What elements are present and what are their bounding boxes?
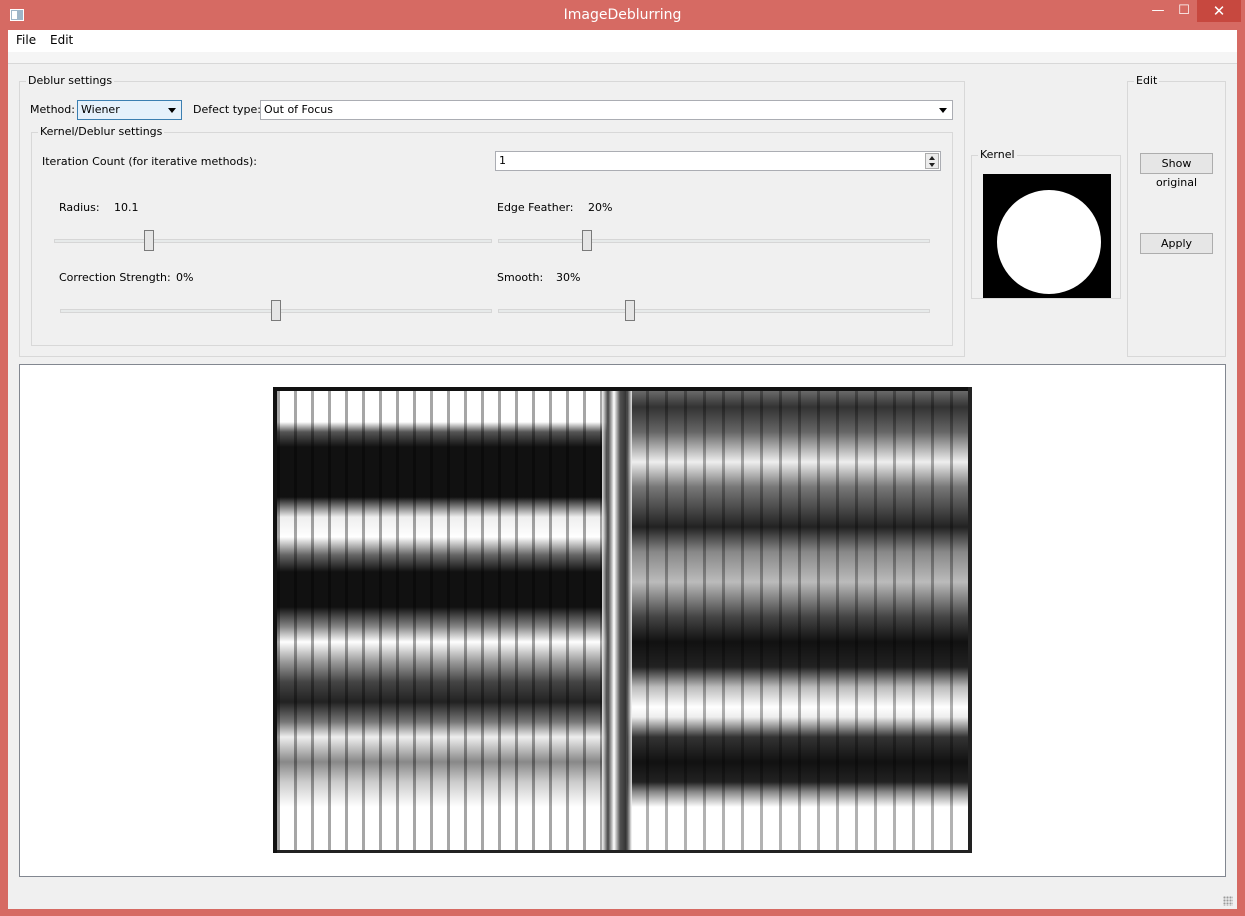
method-value: Wiener	[81, 103, 120, 116]
smooth-label: Smooth:	[497, 271, 544, 284]
kernel-preview	[983, 174, 1111, 298]
minimize-button[interactable]: —	[1145, 0, 1171, 22]
chevron-down-icon	[939, 108, 947, 113]
slider-track	[498, 309, 930, 313]
spin-down-icon[interactable]	[929, 163, 935, 167]
method-dropdown[interactable]: Wiener	[77, 100, 182, 120]
slider-handle[interactable]	[144, 230, 154, 251]
show-original-button[interactable]: Show original	[1140, 153, 1213, 189]
kernel-title: Kernel	[978, 148, 1017, 161]
kernel-disk	[997, 190, 1101, 294]
title-bar: ImageDeblurring — ☐ ✕	[0, 0, 1245, 30]
main-window: File Edit Deblur settings Method: Wiener…	[8, 30, 1237, 909]
chevron-down-icon	[168, 108, 176, 113]
deblur-settings-title: Deblur settings	[26, 74, 115, 87]
edit-group: Edit	[1127, 74, 1226, 357]
resize-grip-icon[interactable]	[1223, 896, 1233, 906]
smooth-slider[interactable]	[498, 300, 930, 322]
correction-strength-label: Correction Strength:	[59, 271, 171, 284]
correction-strength-slider[interactable]	[60, 300, 492, 322]
deblurred-image	[273, 387, 972, 853]
menu-edit[interactable]: Edit	[50, 33, 73, 47]
smooth-value: 30%	[556, 271, 581, 284]
defect-type-label: Defect type:	[193, 103, 262, 116]
radius-value: 10.1	[114, 201, 139, 214]
defect-type-value: Out of Focus	[264, 103, 333, 116]
slider-handle[interactable]	[271, 300, 281, 321]
edge-feather-value: 20%	[588, 201, 613, 214]
correction-strength-value: 0%	[176, 271, 194, 284]
toolbar	[8, 52, 1237, 64]
menu-file[interactable]: File	[16, 33, 36, 47]
spin-buttons[interactable]	[925, 153, 939, 169]
close-button[interactable]: ✕	[1197, 0, 1241, 22]
window-title: ImageDeblurring	[563, 7, 682, 23]
defect-type-dropdown[interactable]: Out of Focus	[260, 100, 953, 120]
apply-button[interactable]: Apply	[1140, 233, 1213, 254]
maximize-button[interactable]: ☐	[1171, 0, 1197, 22]
image-view[interactable]	[19, 364, 1226, 877]
radius-label: Radius:	[59, 201, 100, 214]
edge-feather-label: Edge Feather:	[497, 201, 574, 214]
slider-handle[interactable]	[582, 230, 592, 251]
edit-title: Edit	[1134, 74, 1160, 87]
spin-up-icon[interactable]	[929, 156, 935, 160]
kernel-deblur-settings-title: Kernel/Deblur settings	[38, 125, 165, 138]
method-label: Method:	[30, 103, 75, 116]
menu-bar: File Edit	[8, 30, 1237, 52]
radius-slider[interactable]	[54, 230, 492, 252]
slider-track	[498, 239, 930, 243]
slider-handle[interactable]	[625, 300, 635, 321]
slider-track	[54, 239, 492, 243]
iteration-count-label: Iteration Count (for iterative methods):	[42, 155, 257, 168]
iteration-count-value: 1	[499, 154, 506, 167]
edge-feather-slider[interactable]	[498, 230, 930, 252]
iteration-count-spinbox[interactable]: 1	[495, 151, 941, 171]
